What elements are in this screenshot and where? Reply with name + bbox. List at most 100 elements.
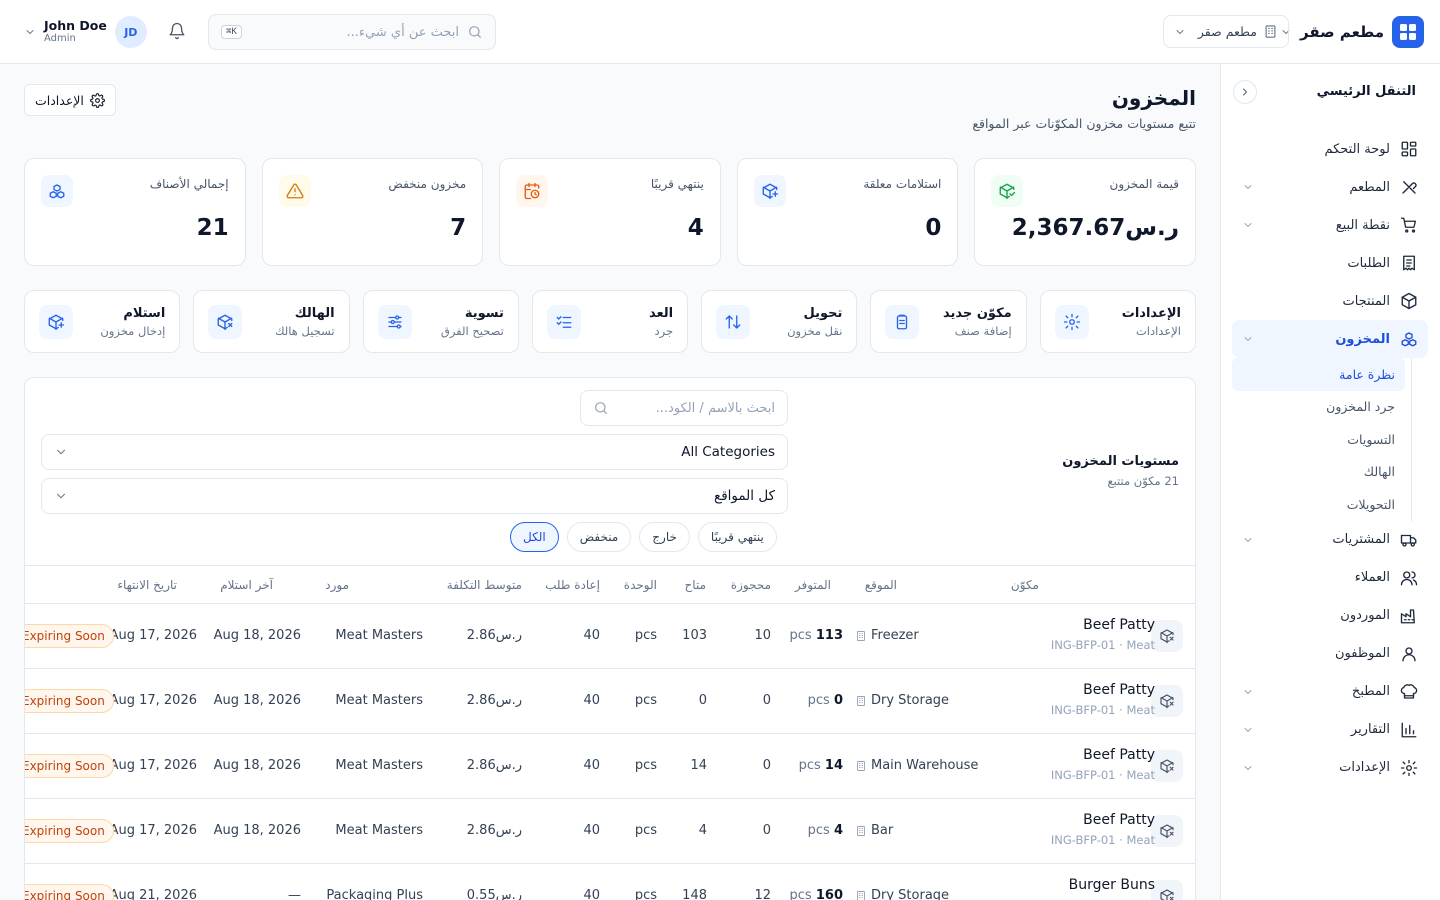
category-select[interactable]: All Categories (41, 434, 788, 470)
inventory-subnav: نظرة عامة جرد المخزون التسويات الهالك التحوي… (1232, 358, 1412, 521)
factory-icon (1400, 607, 1418, 625)
truck-icon (1400, 531, 1418, 549)
avg-cost-cell: ر.س2.86 (466, 758, 522, 773)
main-content: المخزون تتبع مستويات مخزون المكوّنات عبر… (0, 64, 1220, 900)
location-select-value: كل المواقع (714, 488, 775, 504)
subnav-item-4[interactable]: التحويلات (1232, 488, 1405, 521)
available-cell: pcs 14 (799, 758, 843, 773)
filter-chip[interactable]: الكل (510, 522, 559, 552)
sidebar-item-1[interactable]: المطعم (1232, 168, 1428, 206)
available-cell: pcs 113 (790, 628, 843, 643)
global-search-input[interactable]: ابحث عن أي شيء... K⌘ (208, 14, 496, 50)
sidebar-item-6[interactable]: المشتريات (1232, 521, 1428, 559)
filter-chip[interactable]: ينتهي قريبًا (697, 522, 777, 552)
quick-action-button[interactable]: تحويل نقل مخزون (701, 290, 858, 353)
quick-action-button[interactable]: استلام إدخال مخزون (24, 290, 181, 353)
sidebar-item-label: الإعدادات (1339, 760, 1390, 775)
location-select[interactable]: كل المواقع (41, 478, 788, 514)
subnav-item-0[interactable]: نظرة عامة (1232, 358, 1405, 391)
sidebar-item-3[interactable]: الطلبات (1232, 244, 1428, 282)
table-row[interactable]: Beef Patty ING-BFP-01 · Meat Bar pcs 4 0 4 pcs… (25, 799, 1195, 864)
quick-action-button[interactable]: العد جرد (531, 290, 689, 353)
subnav-item-3[interactable]: الهالك (1232, 456, 1405, 489)
status-badge: Expiring Soon (25, 689, 114, 713)
quick-action-button[interactable]: مكوّن جديد إضافة صنف (870, 290, 1027, 353)
stock-search-placeholder: ابحث بالاسم / الكود... (655, 400, 775, 416)
table-row[interactable]: Burger Buns Dry Storage pcs 160 12 148 pcs 40 ر… (25, 864, 1195, 900)
free-cell: 4 (698, 823, 707, 838)
action-subtitle: إضافة صنف (954, 323, 1012, 338)
sidebar-item-2[interactable]: نقطة البيع (1232, 206, 1428, 244)
reserved-cell: 10 (754, 628, 771, 643)
subnav-item-1[interactable]: جرد المخزون (1232, 391, 1405, 424)
sidebar-item-label: العملاء (1354, 570, 1390, 585)
settings-icon (1400, 759, 1418, 777)
action-subtitle: تصحيح الفرق (440, 323, 504, 338)
branch-select[interactable]: مطعم صقر (1163, 15, 1289, 48)
filter-chip[interactable]: خارج (639, 522, 690, 552)
stat-card: مخزون منخفض 7 (261, 158, 484, 266)
sidebar-item-7[interactable]: العملاء (1232, 559, 1428, 597)
list-checks-icon (546, 304, 581, 339)
available-cell: pcs 160 (790, 888, 843, 900)
user-menu[interactable]: John Doe Admin JD (24, 16, 147, 48)
ingredient-meta: ING-BFP-01 · Meat (1050, 703, 1155, 717)
quick-action-button[interactable]: الإعدادات الإعدادات (1039, 290, 1196, 353)
page-title: المخزون (1111, 86, 1196, 110)
table-row[interactable]: Beef Patty ING-BFP-01 · Meat Main Warehous… (25, 734, 1195, 799)
free-cell: 103 (682, 628, 707, 643)
building-icon (855, 890, 867, 900)
chevron-down-icon (1242, 219, 1254, 231)
package-search-icon (1151, 815, 1183, 847)
location-cell: Bar (855, 823, 986, 838)
collapse-sidebar-button[interactable] (1233, 80, 1257, 104)
table-row[interactable]: Beef Patty ING-BFP-01 · Meat Dry Storage pc… (25, 669, 1195, 734)
quick-action-button[interactable]: تسوية تصحيح الفرق (362, 290, 519, 353)
stat-card: ينتهي قريبًا 4 (499, 158, 721, 266)
panel-subtitle: 21 مكوّن متتبع (1107, 474, 1179, 488)
sidebar-item-label: المخزون (1335, 331, 1390, 347)
quick-action-button[interactable]: الهالك تسجيل هالك (193, 290, 350, 353)
sidebar-item-label: المنتجات (1342, 293, 1390, 309)
sidebar-item-label: لوحة التحكم (1324, 141, 1390, 157)
chevron-down-icon (54, 489, 68, 503)
brand[interactable]: مطعم صقر (1280, 16, 1424, 48)
sidebar-item-12[interactable]: الإعدادات (1232, 749, 1428, 787)
table-row[interactable]: Beef Patty ING-BFP-01 · Meat Freezer pcs 11… (25, 604, 1195, 669)
ingredient-meta: ING-BFP-01 · Meat (1050, 833, 1155, 847)
sidebar-item-10[interactable]: المطبخ (1232, 673, 1428, 711)
th-supplier: مورد (325, 578, 349, 592)
sidebar-item-0[interactable]: لوحة التحكم (1232, 130, 1428, 168)
search-icon (593, 400, 609, 416)
boxes-icon (41, 175, 73, 207)
box-icon (1400, 292, 1418, 310)
building-icon (855, 695, 867, 707)
status-badge: Expiring Soon (25, 819, 114, 843)
subnav-item-2[interactable]: التسويات (1232, 423, 1405, 456)
bell-icon[interactable] (168, 22, 186, 40)
sidebar-item-4[interactable]: المنتجات (1232, 282, 1428, 320)
location-text: Bar (871, 823, 894, 838)
filter-chip[interactable]: منخفض (566, 522, 632, 552)
chevron-down-icon (24, 26, 36, 38)
sidebar-item-8[interactable]: الموردون (1232, 597, 1428, 635)
chevron-down-icon (1242, 686, 1254, 698)
stock-search-input[interactable]: ابحث بالاسم / الكود... (580, 390, 788, 426)
status-badge: Expiring Soon (25, 884, 114, 900)
stat-label: استلامات معلقة (863, 177, 942, 191)
stat-value: 7 (450, 215, 467, 241)
sidebar-item-11[interactable]: التقارير (1232, 711, 1428, 749)
last-receipt-cell: Aug 18, 2026 (213, 823, 301, 838)
building-icon (855, 760, 867, 772)
sidebar-item-9[interactable]: الموظفون (1232, 635, 1428, 673)
stat-card: استلامات معلقة 0 (736, 158, 959, 266)
chevron-down-icon (1242, 333, 1254, 345)
settings-icon (1054, 304, 1089, 339)
settings-button[interactable]: الإعدادات (24, 84, 116, 116)
last-receipt-cell: — (288, 888, 301, 900)
avatar: JD (114, 16, 147, 48)
available-unit: pcs (798, 758, 821, 773)
sidebar-item-5[interactable]: المخزون (1232, 320, 1428, 358)
location-text: Dry Storage (871, 693, 950, 708)
category-select-value: All Categories (681, 444, 775, 460)
